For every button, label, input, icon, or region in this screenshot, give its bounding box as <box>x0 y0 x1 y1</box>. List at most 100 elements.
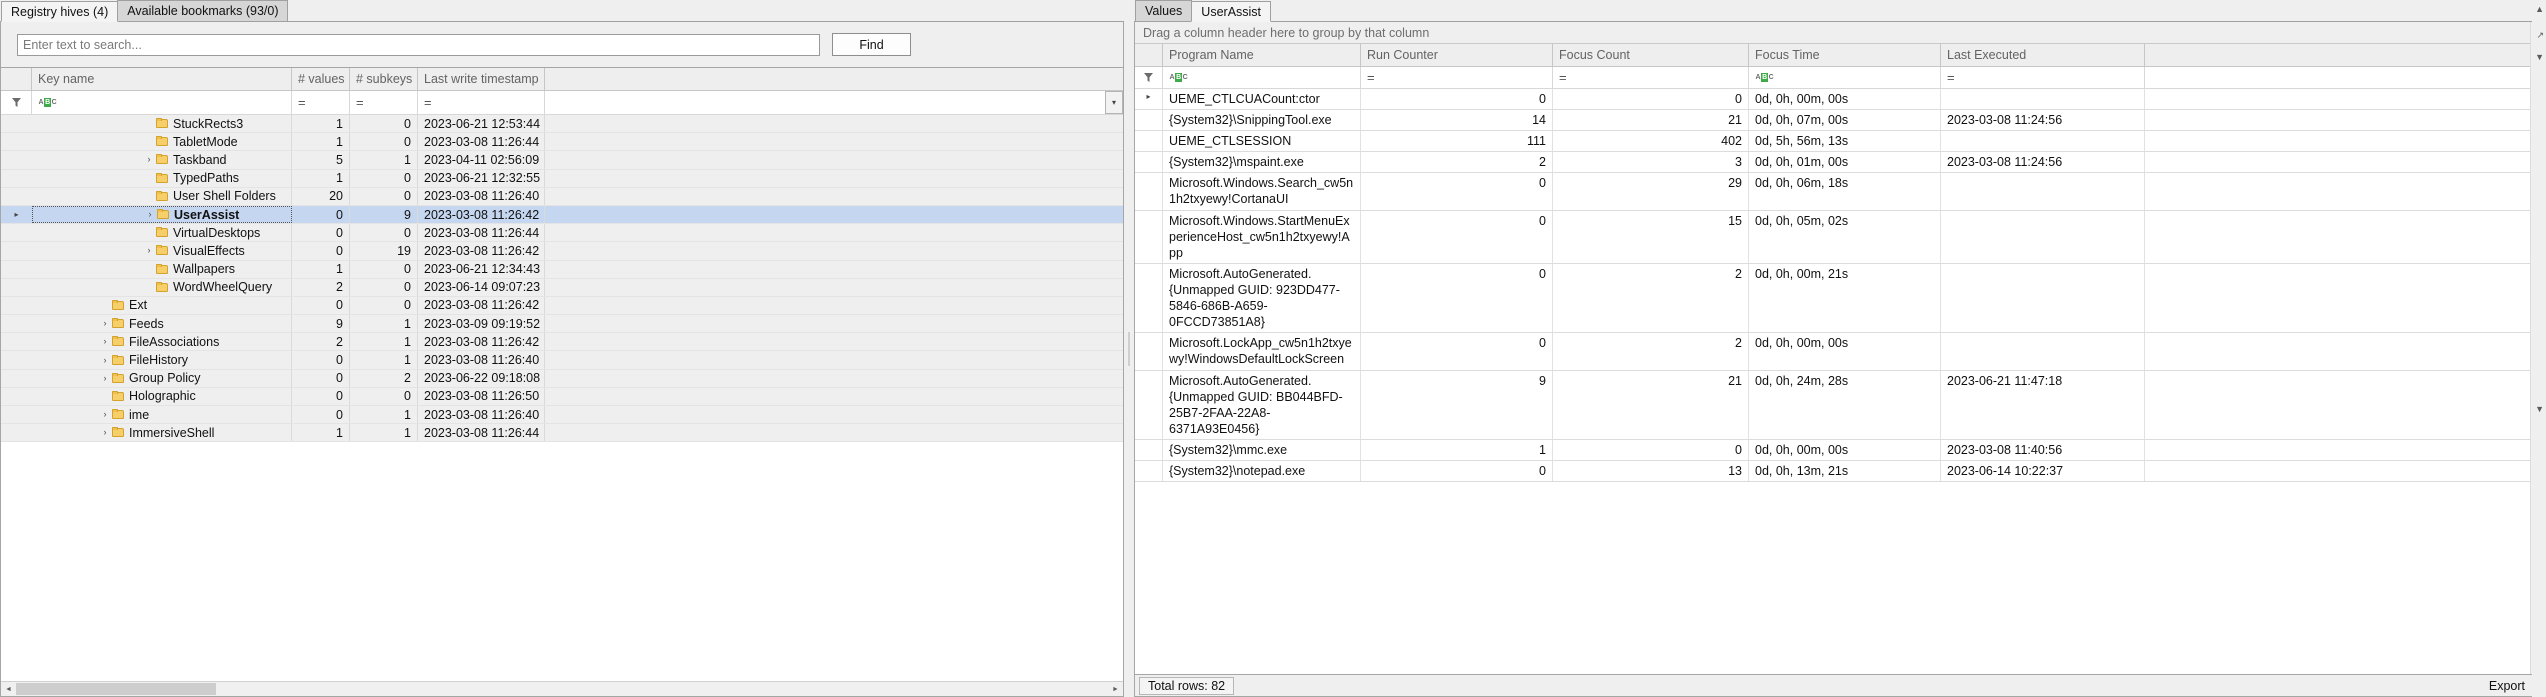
column-header-last-write-timestamp[interactable]: Last write timestamp <box>418 68 545 90</box>
chevron-right-icon[interactable]: › <box>98 319 112 328</box>
table-row[interactable]: User Shell Folders 20 0 2023-03-08 11:26:40 <box>1 187 1123 206</box>
table-row[interactable]: › Feeds 9 1 2023-03-09 09:19:52 <box>1 315 1123 334</box>
chevron-right-icon[interactable]: › <box>143 210 157 219</box>
table-row[interactable]: {System32}\mmc.exe 1 0 0d, 0h, 00m, 00s 2023… <box>1135 440 2545 461</box>
filter-focus-count[interactable]: = <box>1553 67 1749 88</box>
cell-key-name[interactable]: › Feeds <box>32 315 292 333</box>
group-by-bar[interactable]: Drag a column header here to group by th… <box>1135 22 2545 44</box>
splitter-grip[interactable] <box>1128 331 1130 366</box>
table-row[interactable]: TypedPaths 1 0 2023-06-21 12:32:55 <box>1 169 1123 188</box>
column-chooser-button[interactable]: ▾ <box>1105 91 1123 114</box>
filter-focus-time[interactable]: ABC <box>1749 67 1941 88</box>
filter-key-name[interactable]: ABC <box>32 91 292 114</box>
cell-key-name[interactable]: VirtualDesktops <box>32 224 292 242</box>
chevron-right-icon[interactable]: › <box>142 246 156 255</box>
column-header-focus-time[interactable]: Focus Time <box>1749 44 1941 66</box>
table-row[interactable]: Wallpapers 1 0 2023-06-21 12:34:43 <box>1 260 1123 279</box>
table-row[interactable]: {System32}\mspaint.exe 2 3 0d, 0h, 01m, 00s… <box>1135 152 2545 173</box>
filter-funnel-icon[interactable] <box>1 91 32 114</box>
expand-arrow-icon[interactable]: ↗ <box>2536 30 2544 41</box>
key-tree-rows[interactable]: StuckRects3 1 0 2023-06-21 12:53:44 TabletMo… <box>1 115 1123 681</box>
cell-key-name[interactable]: WordWheelQuery <box>32 278 292 296</box>
chevron-right-icon[interactable]: › <box>98 428 112 437</box>
tab-registry-hives[interactable]: Registry hives (4) <box>1 1 119 22</box>
filter-last-executed[interactable]: = <box>1941 67 2145 88</box>
table-row[interactable]: ▸ UEME_CTLCUACount:ctor 0 0 0d, 0h, 00m, 00s <box>1135 89 2545 110</box>
table-row[interactable]: StuckRects3 1 0 2023-06-21 12:53:44 <box>1 115 1123 134</box>
cell-key-name[interactable]: Holographic <box>32 387 292 405</box>
userassist-rows[interactable]: ▸ UEME_CTLCUACount:ctor 0 0 0d, 0h, 00m, 00s… <box>1135 89 2545 674</box>
table-row[interactable]: UEME_CTLSESSION 111 402 0d, 5h, 56m, 13s <box>1135 131 2545 152</box>
table-row[interactable]: ▸ › UserAssist 0 9 2023-03-08 11:26:42 <box>1 205 1123 225</box>
cell-key-name[interactable]: › Taskband <box>32 151 292 169</box>
cell-key-name[interactable]: › UserAssist <box>32 205 292 224</box>
pane-splitter[interactable] <box>1124 0 1134 697</box>
table-row[interactable]: › FileHistory 0 1 2023-03-08 11:26:40 <box>1 351 1123 370</box>
table-row[interactable]: VirtualDesktops 0 0 2023-03-08 11:26:44 <box>1 224 1123 243</box>
column-header-num-subkeys[interactable]: # subkeys <box>350 68 418 90</box>
filter-num-values[interactable]: = <box>292 91 350 114</box>
column-header-last-executed[interactable]: Last Executed <box>1941 44 2145 66</box>
table-row[interactable]: {System32}\notepad.exe 0 13 0d, 0h, 13m, 21… <box>1135 461 2545 482</box>
search-input[interactable] <box>17 33 820 56</box>
table-row[interactable]: Microsoft.AutoGenerated.{Unmapped GUID: … <box>1135 264 2545 333</box>
cell-last-write-timestamp: 2023-03-08 11:26:40 <box>418 351 545 369</box>
cell-key-name[interactable]: Wallpapers <box>32 260 292 278</box>
table-row[interactable]: › ImmersiveShell 1 1 2023-03-08 11:26:44 <box>1 424 1123 443</box>
scroll-up-arrow-icon[interactable]: ▲ <box>2535 4 2544 14</box>
tab-available-bookmarks[interactable]: Available bookmarks (93/0) <box>117 0 289 21</box>
column-header-focus-count[interactable]: Focus Count <box>1553 44 1749 66</box>
column-header-num-values[interactable]: # values <box>292 68 350 90</box>
table-row[interactable]: {System32}\SnippingTool.exe 14 21 0d, 0h, 0… <box>1135 110 2545 131</box>
scroll-left-arrow[interactable]: ◄ <box>1 682 16 696</box>
table-row[interactable]: Ext 0 0 2023-03-08 11:26:42 <box>1 296 1123 316</box>
cell-num-subkeys: 2 <box>350 369 418 387</box>
export-button[interactable]: Export <box>2475 677 2539 695</box>
column-header-run-counter[interactable]: Run Counter <box>1361 44 1553 66</box>
column-header-key-name[interactable]: Key name <box>32 68 292 90</box>
table-row[interactable]: Microsoft.LockApp_cw5n1h2txyewy!WindowsD… <box>1135 333 2545 371</box>
table-row[interactable]: › Group Policy 0 2 2023-06-22 09:18:08 <box>1 369 1123 388</box>
cell-key-name[interactable]: › Group Policy <box>32 369 292 387</box>
table-row[interactable]: Microsoft.Windows.Search_cw5n1h2txyewy!C… <box>1135 173 2545 211</box>
scroll-thumb[interactable] <box>16 683 216 695</box>
chevron-right-icon[interactable]: › <box>98 355 112 365</box>
filter-funnel-icon[interactable] <box>1135 67 1163 88</box>
table-row[interactable]: Holographic 0 0 2023-03-08 11:26:50 <box>1 387 1123 406</box>
tab-userassist[interactable]: UserAssist <box>1191 1 1272 22</box>
filter-run-counter[interactable]: = <box>1361 67 1553 88</box>
key-tree-horizontal-scrollbar[interactable]: ◄ ► <box>1 681 1123 696</box>
filter-last-write-timestamp[interactable]: = <box>418 91 545 114</box>
cell-key-name[interactable]: › FileAssociations <box>32 333 292 351</box>
tab-values[interactable]: Values <box>1135 0 1193 21</box>
scroll-track[interactable] <box>16 682 1108 696</box>
table-row[interactable]: TabletMode 1 0 2023-03-08 11:26:44 <box>1 133 1123 152</box>
table-row[interactable]: › FileAssociations 2 1 2023-03-08 11:26:42 <box>1 333 1123 352</box>
cell-key-name[interactable]: TypedPaths <box>32 169 292 187</box>
scroll-right-arrow[interactable]: ► <box>1108 682 1123 696</box>
chevron-right-icon[interactable]: › <box>98 337 112 346</box>
cell-key-name[interactable]: Ext <box>32 296 292 315</box>
table-row[interactable]: WordWheelQuery 2 0 2023-06-14 09:07:23 <box>1 278 1123 297</box>
cell-key-name[interactable]: › FileHistory <box>32 351 292 369</box>
chevron-right-icon[interactable]: › <box>142 155 156 164</box>
scroll-down-arrow-icon-2[interactable]: ▼ <box>2535 404 2544 414</box>
column-header-program-name[interactable]: Program Name <box>1163 44 1361 66</box>
table-row[interactable]: › ime 0 1 2023-03-08 11:26:40 <box>1 406 1123 425</box>
find-button[interactable]: Find <box>832 33 911 56</box>
cell-key-name[interactable]: User Shell Folders <box>32 187 292 205</box>
cell-key-name[interactable]: › VisualEffects <box>32 242 292 260</box>
cell-key-name[interactable]: › ime <box>32 406 292 424</box>
cell-key-name[interactable]: TabletMode <box>32 133 292 151</box>
filter-num-subkeys[interactable]: = <box>350 91 418 114</box>
chevron-right-icon[interactable]: › <box>98 410 112 419</box>
scroll-down-arrow-icon[interactable]: ▼ <box>2535 52 2544 62</box>
chevron-right-icon[interactable]: › <box>98 373 112 383</box>
table-row[interactable]: Microsoft.AutoGenerated.{Unmapped GUID: … <box>1135 371 2545 440</box>
table-row[interactable]: Microsoft.Windows.StartMenuExperienceHos… <box>1135 211 2545 264</box>
table-row[interactable]: › VisualEffects 0 19 2023-03-08 11:26:42 <box>1 242 1123 261</box>
table-row[interactable]: › Taskband 5 1 2023-04-11 02:56:09 <box>1 151 1123 170</box>
cell-key-name[interactable]: › ImmersiveShell <box>32 424 292 442</box>
filter-program-name[interactable]: ABC <box>1163 67 1361 88</box>
cell-key-name[interactable]: StuckRects3 <box>32 115 292 133</box>
